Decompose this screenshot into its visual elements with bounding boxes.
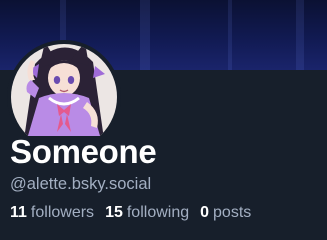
banner-streak: [228, 0, 232, 70]
profile-header: Someone @alette.bsky.social 11 followers…: [0, 0, 327, 240]
followers-link[interactable]: 11 followers: [10, 201, 94, 225]
profile-avatar[interactable]: [5, 36, 123, 136]
following-count: 15: [105, 204, 123, 221]
banner-streak: [140, 0, 150, 70]
followers-count: 11: [10, 204, 27, 221]
followers-label: followers: [30, 204, 95, 221]
following-label: following: [126, 204, 190, 221]
avatar-image: [11, 44, 117, 136]
posts-label: posts: [213, 204, 252, 221]
profile-display-name: Someone: [10, 133, 157, 170]
profile-handle: @alette.bsky.social: [10, 175, 152, 193]
following-link[interactable]: 15 following: [105, 201, 189, 225]
profile-stats: 11 followers 15 following 0 posts: [10, 201, 251, 225]
banner-streak: [296, 0, 304, 70]
posts-stat: 0 posts: [200, 201, 251, 225]
posts-count: 0: [200, 204, 210, 221]
